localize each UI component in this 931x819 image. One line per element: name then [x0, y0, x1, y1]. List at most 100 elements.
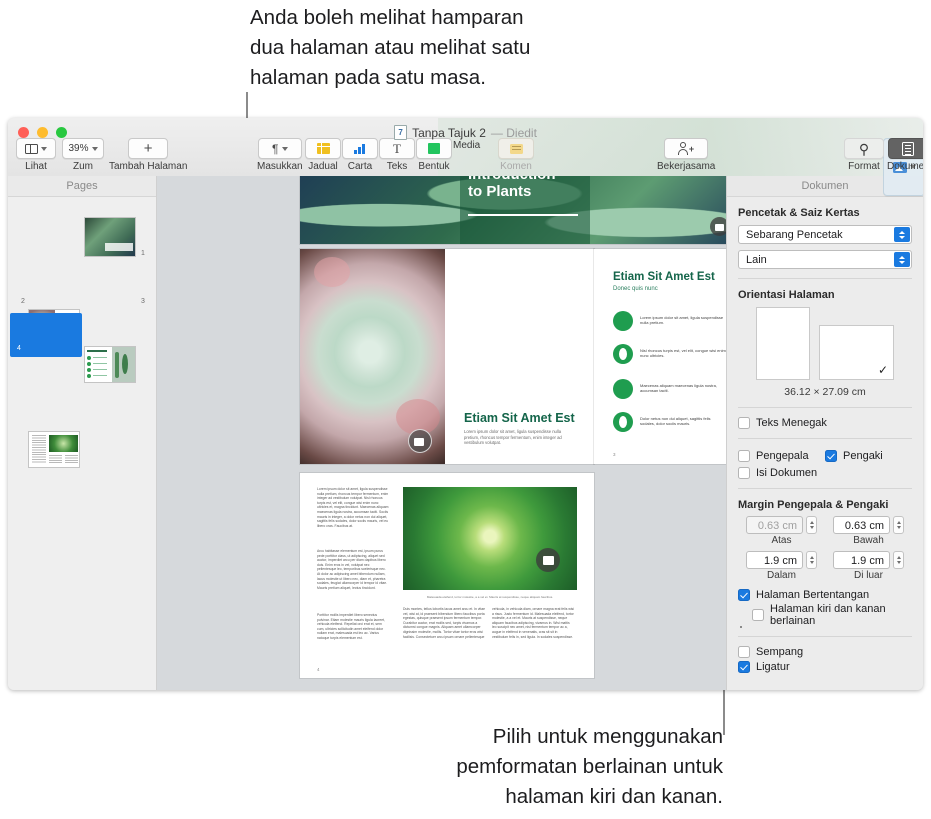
comment-button-box[interactable] [498, 138, 534, 159]
margin-bottom-stepper[interactable] [893, 516, 904, 534]
toolbar-document-button[interactable]: Dokumen [887, 138, 923, 172]
document-icon [902, 141, 915, 156]
document-button-box[interactable] [888, 138, 923, 159]
margin-top-stepper[interactable] [806, 516, 817, 534]
hyphenation-checkbox-row[interactable]: Sempang [738, 646, 912, 658]
page-number-1: 1 [141, 250, 145, 257]
chevron-updown-icon[interactable] [894, 252, 910, 267]
toolbar-zoom-button[interactable]: 39% Zum [62, 138, 104, 172]
printer-section-title: Pencetak & Saiz Kertas [738, 207, 860, 219]
collaborate-button-box[interactable]: + [664, 138, 709, 159]
ligatures-checkbox-row[interactable]: Ligatur [738, 661, 912, 673]
canvas-page-1-title: Introduction to Plants [468, 176, 555, 200]
facing-pages-checkbox-row[interactable]: Halaman Bertentangan [738, 589, 912, 601]
toolbar-shape-label: Bentuk [418, 161, 450, 172]
margin-bottom-label: Bawah [853, 535, 884, 546]
different-left-right-checkbox[interactable] [752, 609, 764, 621]
paper-size-select-value: Lain [746, 253, 767, 266]
toolbar-text-label: Teks [386, 161, 408, 172]
insert-button-box[interactable]: ¶ [257, 138, 302, 159]
document-canvas[interactable]: Introduction to Plants Etiam Sit Amet Es… [157, 176, 726, 690]
toolbar-zoom-label: Zum [73, 161, 93, 172]
header-checkbox[interactable] [738, 450, 750, 462]
zoom-button-box[interactable]: 39% [62, 138, 104, 159]
margin-outside-input[interactable]: 1.9 cm [833, 551, 890, 569]
margins-section-title: Margin Pengepala & Pengaki [738, 499, 889, 511]
printer-select[interactable]: Sebarang Pencetak [738, 225, 912, 244]
orientation-landscape-option[interactable]: ✓ [819, 325, 894, 380]
document-body-checkbox[interactable] [738, 467, 750, 479]
toolbar-text-button[interactable]: T Teks [379, 138, 415, 172]
view-icon [25, 143, 38, 154]
callout-bottom-anchor [740, 626, 742, 628]
canvas-page-4[interactable]: Lorem ipsum dolor sit amet, ligula suspe… [300, 473, 594, 678]
page-thumbnail-4[interactable] [28, 431, 80, 468]
toolbar-media-label: Media [453, 140, 481, 151]
chevron-updown-icon[interactable] [894, 227, 910, 242]
document-body-checkbox-row[interactable]: Isi Dokumen [738, 467, 912, 479]
table-icon [316, 143, 330, 154]
canvas-page-4-image[interactable] [403, 487, 577, 590]
paper-size-select[interactable]: Lain [738, 250, 912, 269]
table-button-box[interactable] [305, 138, 341, 159]
header-checkbox-row[interactable]: Pengepala [738, 450, 825, 462]
margin-inside-input[interactable]: 1.9 cm [746, 551, 803, 569]
window-body: Pages 1 2 3 4 to Plants Etiam Sit Amet E… [8, 176, 923, 690]
different-left-right-checkbox-row[interactable]: Halaman kiri dan kanan berlainan [738, 603, 912, 627]
toolbar-add-page-button[interactable]: + Tambah Halaman [109, 138, 187, 172]
toolbar-table-button[interactable]: Jadual [305, 138, 341, 172]
toolbar-view-button[interactable]: Lihat [16, 138, 56, 172]
toolbar-comment-button[interactable]: Komen [498, 138, 534, 172]
margin-outside-stepper[interactable] [893, 551, 904, 569]
format-brush-icon: ⚲ [858, 140, 870, 157]
canvas-page-4-col1b: Arcu habitasse elementum est, ipsum puru… [317, 549, 388, 590]
margin-outside-cell: 1.9 cm Di luar [825, 551, 912, 581]
document-body-label: Isi Dokumen [756, 467, 818, 479]
margin-top-input[interactable]: 0.63 cm [746, 516, 803, 534]
toolbar-document-label: Dokumen [887, 161, 923, 172]
canvas-page-2[interactable]: Etiam Sit Amet Est Lorem ipsum dolor sit… [300, 249, 594, 464]
margin-top-label: Atas [771, 535, 792, 546]
text-button-box[interactable]: T [379, 138, 415, 159]
add-page-button-box[interactable]: + [128, 138, 169, 159]
header-footer-row: Pengepala Pengaki [738, 448, 912, 464]
orientation-portrait-option[interactable] [756, 307, 810, 380]
margin-bottom-input[interactable]: 0.63 cm [833, 516, 890, 534]
canvas-page-3-bullet-4: Dolor netus non dui aliquet, sagittis fe… [640, 416, 711, 427]
ligatures-label: Ligatur [756, 661, 790, 673]
toolbar-chart-label: Carta [347, 161, 373, 172]
footer-checkbox-row[interactable]: Pengaki [825, 450, 912, 462]
toolbar-chart-button[interactable]: Carta [342, 138, 378, 172]
margin-inside-cell: 1.9 cm Dalam [738, 551, 825, 581]
footer-checkbox[interactable] [825, 450, 837, 462]
callout-bottom-text: Pilih untuk menggunakan pemformatan berl… [456, 725, 723, 808]
chart-button-box[interactable] [342, 138, 378, 159]
format-button-box[interactable]: ⚲ [844, 138, 884, 159]
checkmark-icon: ✓ [877, 363, 888, 377]
shape-button-box[interactable] [416, 138, 452, 159]
plus-icon: + [143, 140, 153, 157]
chevron-down-icon [281, 146, 288, 151]
toolbar-collaborate-button[interactable]: + Bekerjasama [657, 138, 715, 172]
page-thumbnail-1[interactable] [84, 217, 136, 257]
ligatures-checkbox[interactable] [738, 661, 750, 673]
toolbar-format-button[interactable]: ⚲ Format [844, 138, 884, 172]
vertical-text-checkbox-row[interactable]: Teks Menegak [738, 417, 912, 429]
pages-sidebar-header: Pages [8, 176, 156, 197]
canvas-page-3[interactable]: Etiam Sit Amet Est Donec quis nunc Lorem… [594, 249, 726, 464]
collaborate-icon: + [678, 141, 694, 156]
page-thumbnail-3[interactable] [84, 346, 136, 383]
margin-inside-stepper[interactable] [806, 551, 817, 569]
hyphenation-checkbox[interactable] [738, 646, 750, 658]
divider [738, 438, 912, 439]
hyphenation-label: Sempang [756, 646, 804, 658]
canvas-page-1[interactable]: Introduction to Plants [300, 176, 726, 244]
view-button-box[interactable] [16, 138, 56, 159]
printer-select-value: Sebarang Pencetak [746, 228, 843, 241]
canvas-page-3-subheading: Donec quis nunc [613, 286, 658, 292]
toolbar-insert-button[interactable]: ¶ Masukkan [257, 138, 303, 172]
chevron-down-icon [41, 146, 47, 151]
vertical-text-checkbox[interactable] [738, 417, 750, 429]
facing-pages-checkbox[interactable] [738, 589, 750, 601]
toolbar-shape-button[interactable]: Bentuk [416, 138, 452, 172]
